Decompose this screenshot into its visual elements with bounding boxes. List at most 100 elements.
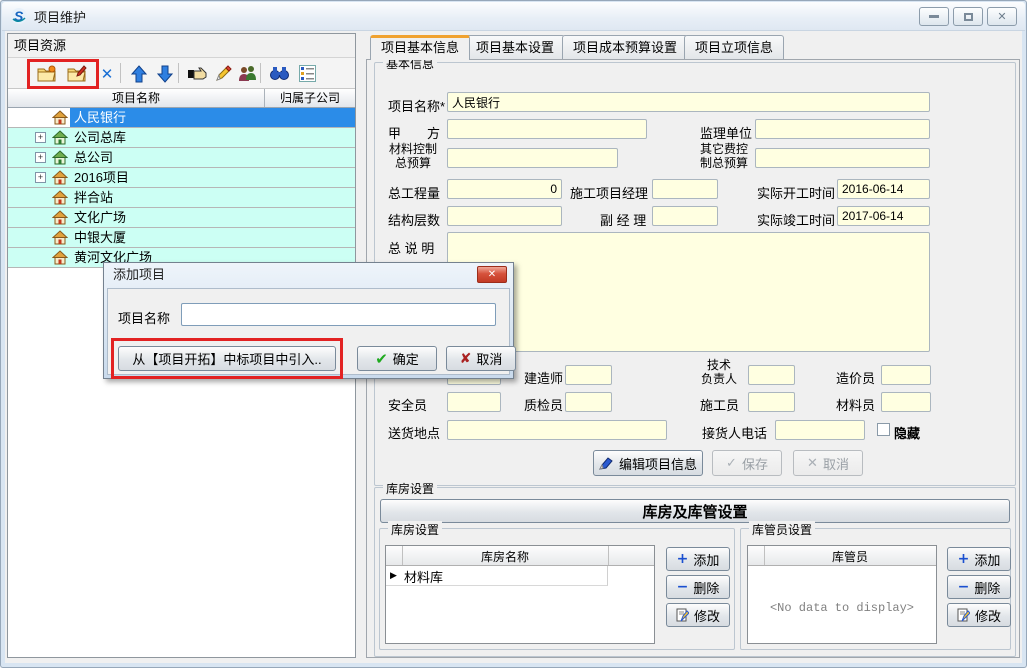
tech-leader-field[interactable] — [748, 365, 795, 385]
save-button: ✓ 保存 — [712, 450, 782, 476]
warehouse-name-column[interactable]: 库房名称 — [402, 548, 608, 565]
tree-row[interactable]: + 总公司 — [8, 148, 355, 168]
column-parent-company[interactable]: 归属子公司 — [265, 89, 355, 107]
dialog-name-input[interactable] — [181, 303, 496, 326]
tree-item-label[interactable]: 拌合站 — [70, 188, 355, 207]
warehouse-manager-grid[interactable]: 库管员 <No data to display> — [747, 545, 937, 644]
minus-icon: − — [958, 579, 970, 595]
house-icon — [52, 110, 68, 125]
tree-item-label[interactable]: 2016项目 — [70, 168, 355, 187]
structure-floors-field[interactable] — [447, 206, 562, 226]
warehouse-manager-column[interactable]: 库管员 — [764, 548, 936, 565]
assign-hand-icon[interactable] — [184, 61, 210, 86]
move-down-icon[interactable] — [152, 61, 178, 86]
warehouse-edit-button[interactable]: 修改 — [666, 603, 730, 627]
dialog-ok-button[interactable]: ✔ 确定 — [357, 346, 437, 371]
tree-row[interactable]: + 2016项目 — [8, 168, 355, 188]
hide-checkbox[interactable] — [877, 423, 890, 436]
tree-item-label[interactable]: 中银大厦 — [70, 228, 355, 247]
tab-project-approval-info[interactable]: 项目立项信息 — [684, 35, 784, 59]
list-view-icon[interactable] — [294, 61, 320, 86]
warehouse-row[interactable]: ▶ 材料库 — [386, 566, 608, 586]
tree-row[interactable]: 文化广场 — [8, 208, 355, 228]
manager-remove-button[interactable]: − 删除 — [947, 575, 1011, 599]
cost-engineer-field[interactable] — [881, 365, 931, 385]
x-icon: ✕ — [807, 456, 818, 471]
tree-row[interactable]: 拌合站 — [8, 188, 355, 208]
tab-project-cost-budget-settings[interactable]: 项目成本预算设置 — [562, 35, 688, 59]
minimize-button[interactable] — [919, 7, 949, 26]
users-icon[interactable] — [234, 61, 260, 86]
tree-item-label[interactable]: 公司总库 — [70, 128, 355, 147]
tree-row[interactable]: 人民银行 — [8, 108, 355, 128]
tree-item-label[interactable]: 人民银行 — [70, 108, 355, 127]
manager-edit-button[interactable]: 修改 — [947, 603, 1011, 627]
dialog-title[interactable]: 添加项目 — [104, 263, 513, 288]
delivery-address-field[interactable] — [447, 420, 667, 440]
restore-button[interactable] — [953, 7, 983, 26]
construction-worker-field[interactable] — [748, 392, 795, 412]
actual-start-field[interactable] — [837, 179, 930, 199]
expand-icon[interactable]: + — [35, 172, 46, 183]
move-up-icon[interactable] — [126, 61, 152, 86]
material-budget-field[interactable] — [447, 148, 618, 168]
edit-project-info-button[interactable]: 编辑项目信息 — [593, 450, 703, 476]
annotation-highlight-toolbar — [27, 59, 99, 89]
dialog-close-button[interactable]: ✕ — [477, 266, 507, 283]
expand-icon[interactable]: + — [35, 152, 46, 163]
material-clerk-field[interactable] — [881, 392, 931, 412]
pencil-icon[interactable] — [210, 61, 236, 86]
summary-textarea[interactable] — [447, 232, 930, 352]
builder-label: 建造师 — [524, 368, 563, 387]
add-project-dialog: 添加项目 ✕ 项目名称 从【项目开拓】中标项目中引入.. ✔ 确定 ✘ 取消 — [103, 262, 514, 379]
edit-doc-icon — [676, 608, 689, 622]
receiver-phone-label: 接货人电话 — [702, 423, 767, 442]
safety-officer-label: 安全员 — [388, 395, 427, 414]
tree-item-label[interactable]: 文化广场 — [70, 208, 355, 227]
warehouse-grid[interactable]: 库房名称 ▶ 材料库 — [385, 545, 655, 644]
construction-manager-label: 施工项目经理 — [570, 183, 648, 202]
builder-field[interactable] — [565, 365, 612, 385]
dialog-name-label: 项目名称 — [118, 308, 170, 327]
total-quantity-field[interactable] — [447, 179, 562, 199]
expand-icon[interactable]: + — [35, 132, 46, 143]
project-name-field[interactable] — [447, 92, 930, 112]
quality-inspector-field[interactable] — [565, 392, 612, 412]
annotation-highlight-import — [111, 338, 343, 379]
green-house-icon — [52, 150, 68, 165]
tree-row[interactable]: 中银大厦 — [8, 228, 355, 248]
other-budget-field[interactable] — [755, 148, 930, 168]
other-budget-label: 其它费控 制总预算 — [694, 143, 754, 171]
window-titlebar[interactable]: S 项目维护 ✕ — [2, 2, 1025, 31]
supervision-unit-field[interactable] — [755, 119, 930, 139]
construction-manager-field[interactable] — [652, 179, 718, 199]
safety-officer-field[interactable] — [447, 392, 501, 412]
summary-label: 总 说 明 — [388, 238, 434, 257]
column-project-name[interactable]: 项目名称 — [8, 89, 265, 107]
tab-project-basic-settings[interactable]: 项目基本设置 — [465, 35, 565, 59]
actual-finish-field[interactable] — [837, 206, 930, 226]
warehouse-remove-button[interactable]: − 删除 — [666, 575, 730, 599]
receiver-phone-field[interactable] — [775, 420, 865, 440]
window-title: 项目维护 — [34, 7, 86, 26]
party-a-field[interactable] — [447, 119, 647, 139]
tree-column-header[interactable]: 项目名称 归属子公司 — [8, 89, 355, 108]
tech-leader-label: 技术 负责人 — [696, 359, 742, 387]
tree-item-label[interactable]: 总公司 — [70, 148, 355, 167]
search-binoculars-icon[interactable] — [266, 61, 292, 86]
warehouse-group-title: 库房设置 — [383, 480, 437, 497]
dialog-cancel-button[interactable]: ✘ 取消 — [446, 346, 516, 371]
panel-title: 项目资源 — [8, 34, 355, 58]
deputy-manager-label: 副 经 理 — [600, 210, 646, 229]
tab-project-basic-info[interactable]: 项目基本信息 — [370, 35, 470, 60]
close-button[interactable]: ✕ — [987, 7, 1017, 26]
construction-worker-label: 施工员 — [700, 395, 739, 414]
house-icon — [52, 210, 68, 225]
manager-add-button[interactable]: + 添加 — [947, 547, 1011, 571]
project-name-label: 项目名称* — [388, 96, 445, 115]
minus-icon: − — [677, 579, 689, 595]
warehouse-add-button[interactable]: + 添加 — [666, 547, 730, 571]
cost-engineer-label: 造价员 — [836, 368, 875, 387]
tree-row[interactable]: + 公司总库 — [8, 128, 355, 148]
deputy-manager-field[interactable] — [652, 206, 718, 226]
